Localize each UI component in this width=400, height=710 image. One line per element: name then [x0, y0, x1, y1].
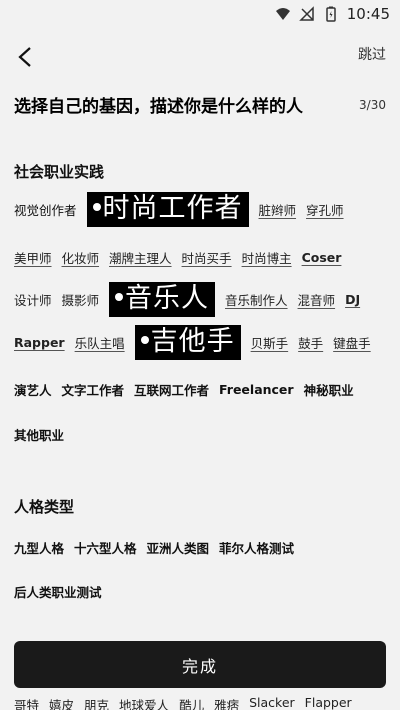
status-time: 10:45 [346, 5, 390, 23]
tag-row: 视觉创作者 时尚工作者 脏辫师 穿孔师 [14, 192, 344, 228]
tag-chip[interactable]: Coser [302, 250, 342, 265]
tag-chip[interactable]: 朋克 [84, 695, 109, 710]
tag-chip[interactable]: 其他职业 [14, 425, 64, 444]
tag-row: 设计师 摄影师 音乐人 音乐制作人 混音师 DJ [14, 282, 360, 318]
tag-row: 演艺人 文字工作者 互联网工作者 Freelancer 神秘职业 [14, 380, 354, 399]
selected-dot-icon [92, 202, 101, 211]
tag-chip[interactable]: 文字工作者 [62, 380, 125, 399]
tag-row: Rapper 乐队主唱 吉他手 贝斯手 鼓手 键盘手 [14, 325, 371, 361]
tag-chip[interactable]: 神秘职业 [304, 380, 354, 399]
tag-chip[interactable]: 设计师 [14, 290, 52, 309]
wifi-icon [275, 8, 290, 20]
tag-row: 后人类职业测试 [14, 582, 102, 601]
tag-row: 其他职业 [14, 425, 64, 444]
done-button[interactable]: 完成 [14, 641, 386, 688]
tag-chip[interactable]: Rapper [14, 335, 65, 350]
tag-chip[interactable]: 雅痞 [214, 695, 239, 710]
tag-chip[interactable]: 时尚买手 [182, 248, 232, 267]
signal-off-icon [298, 6, 314, 21]
tag-chip[interactable]: 亚洲人类图 [147, 538, 210, 557]
tag-chip[interactable]: 摄影师 [62, 290, 100, 309]
tag-chip-selected[interactable]: 时尚工作者 [86, 192, 249, 228]
tag-chip[interactable]: 嬉皮 [49, 695, 74, 710]
tag-chip[interactable]: 乐队主唱 [75, 333, 125, 352]
tag-chip[interactable]: Slacker [249, 695, 295, 710]
tag-chip[interactable]: 后人类职业测试 [14, 582, 102, 601]
status-bar: 10:45 [0, 0, 400, 28]
tag-chip[interactable]: 十六型人格 [74, 538, 137, 557]
tag-chip[interactable]: 潮牌主理人 [109, 248, 172, 267]
tag-row-partial: 哥特 嬉皮 朋克 地球爱人 酷儿 雅痞 Slacker Flapper [14, 695, 352, 710]
tag-chip[interactable]: 地球爱人 [119, 695, 169, 710]
tag-row: 九型人格 十六型人格 亚洲人类图 菲尔人格测试 [14, 538, 294, 557]
tag-chip[interactable]: 时尚博主 [242, 248, 292, 267]
selected-dot-icon [115, 292, 124, 301]
section-title-personality: 人格类型 [14, 498, 75, 516]
back-button[interactable] [10, 42, 40, 72]
selected-dot-icon [140, 335, 149, 344]
tag-chip[interactable]: 化妆师 [62, 248, 100, 267]
skip-button[interactable]: 跳过 [358, 44, 386, 64]
tag-chip[interactable]: 视觉创作者 [14, 200, 77, 219]
chevron-left-icon [18, 47, 31, 67]
tag-row: 美甲师 化妆师 潮牌主理人 时尚买手 时尚博主 Coser [14, 248, 341, 267]
tag-chip[interactable]: 键盘手 [333, 333, 371, 352]
tag-chip[interactable]: Freelancer [219, 382, 294, 397]
tag-chip-selected[interactable]: 吉他手 [134, 325, 241, 361]
tag-chip[interactable]: 菲尔人格测试 [219, 538, 294, 557]
step-counter: 3/30 [359, 98, 386, 112]
tag-chip[interactable]: 混音师 [298, 290, 336, 309]
tag-chip[interactable]: 美甲师 [14, 248, 52, 267]
section-title-social-career: 社会职业实践 [14, 163, 105, 181]
tag-chip[interactable]: 哥特 [14, 695, 39, 710]
tag-chip[interactable]: 脏辫师 [259, 200, 297, 219]
tag-chip[interactable]: 酷儿 [179, 695, 204, 710]
tag-chip[interactable]: DJ [345, 292, 360, 307]
tag-chip[interactable]: 鼓手 [298, 333, 323, 352]
tag-chip[interactable]: Flapper [305, 695, 352, 710]
tag-chip[interactable]: 贝斯手 [251, 333, 289, 352]
tag-chip[interactable]: 演艺人 [14, 380, 52, 399]
tag-chip-selected[interactable]: 音乐人 [109, 282, 216, 318]
tag-chip[interactable]: 音乐制作人 [225, 290, 288, 309]
battery-icon [326, 6, 336, 22]
tag-chip[interactable]: 九型人格 [14, 538, 64, 557]
tag-chip[interactable]: 穿孔师 [306, 200, 344, 219]
tag-chip[interactable]: 互联网工作者 [134, 380, 209, 399]
page-title: 选择自己的基因，描述你是什么样的人 [14, 97, 303, 117]
